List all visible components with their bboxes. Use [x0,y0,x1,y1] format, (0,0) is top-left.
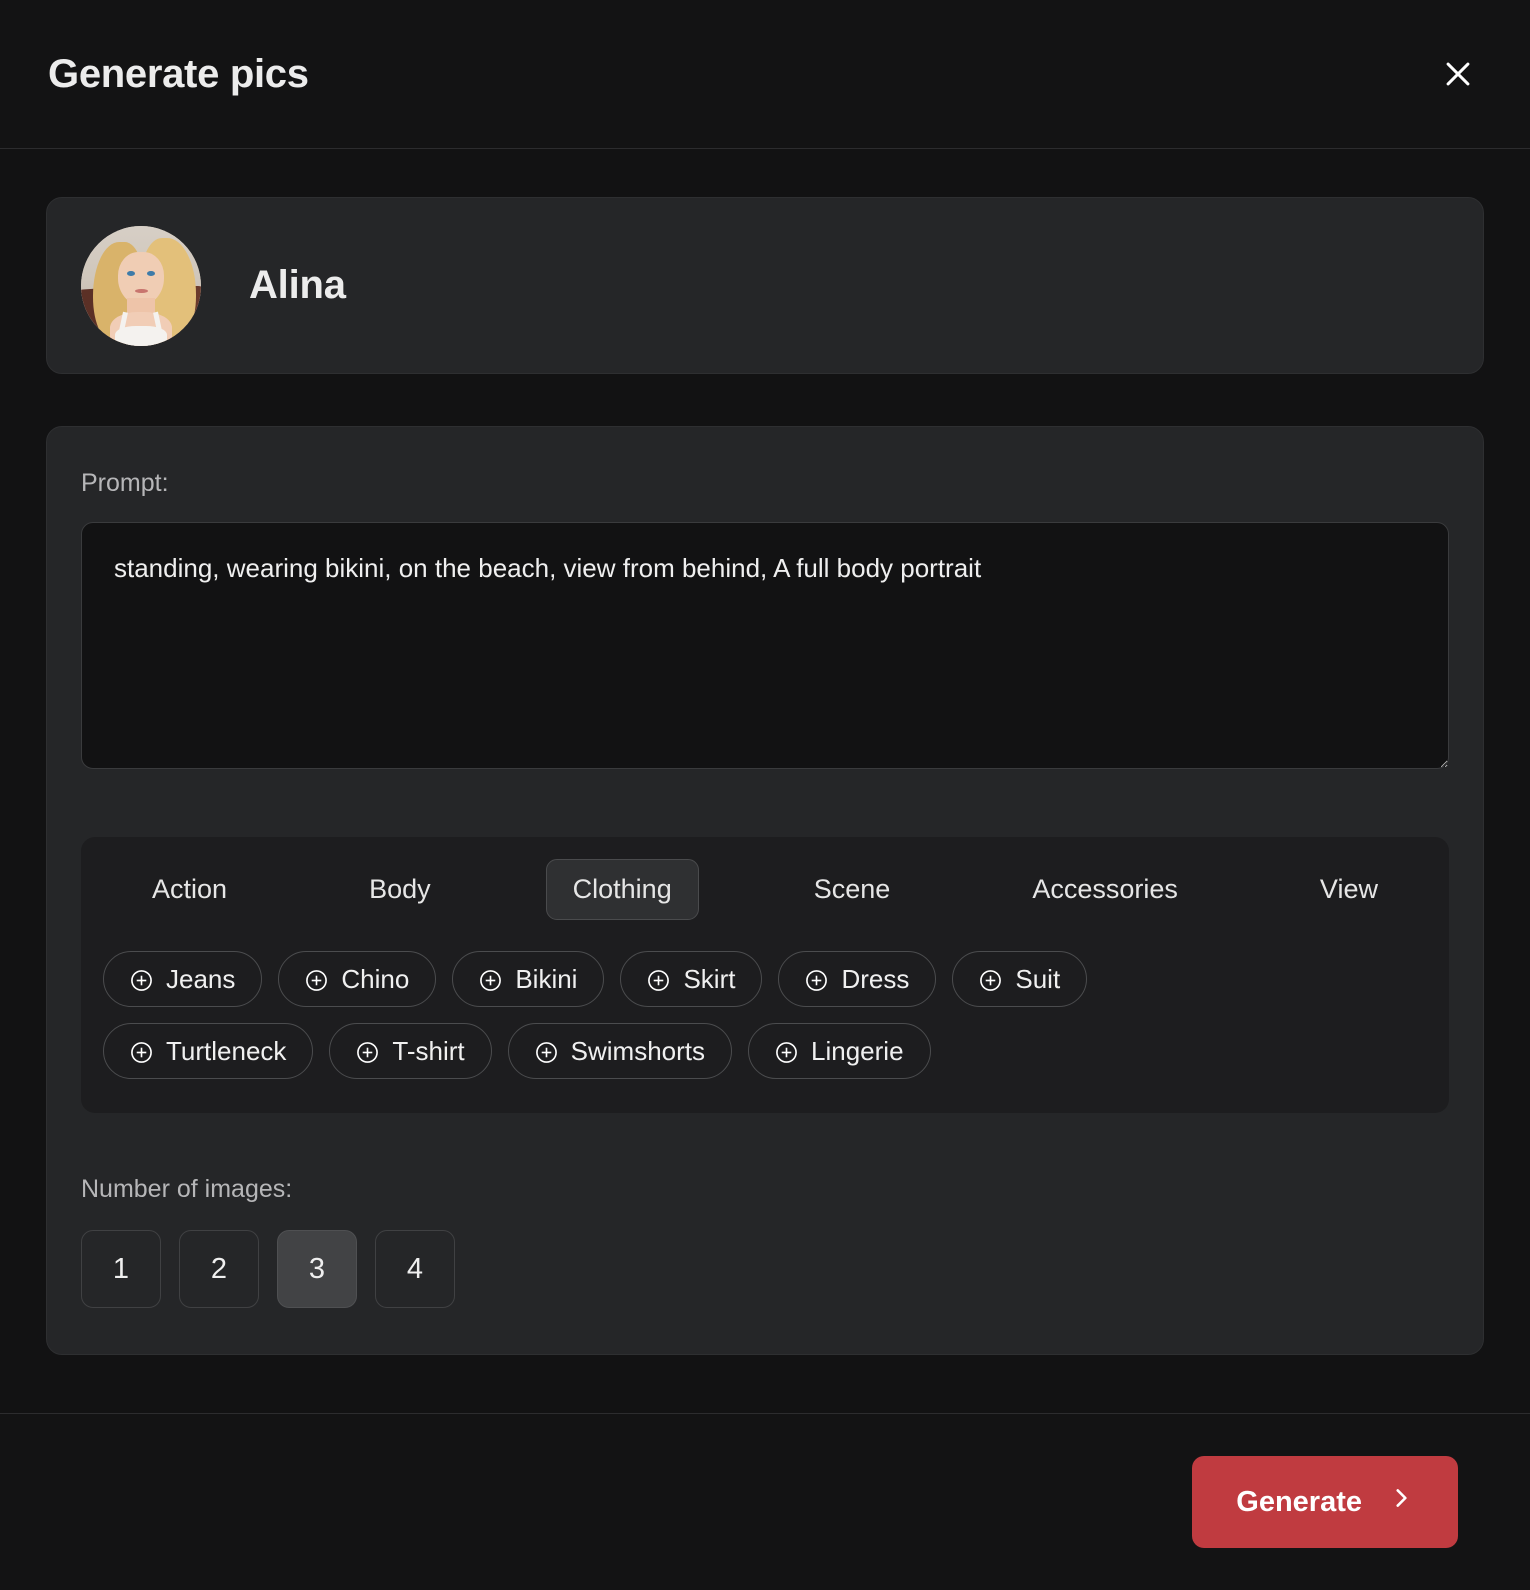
tag-chip-label: Skirt [683,963,736,994]
generate-button-label: Generate [1236,1485,1362,1518]
category-tabs: Action Body Clothing Scene Accessories V… [81,837,1449,941]
plus-circle-icon [356,1040,379,1063]
tag-chip-suit[interactable]: Suit [952,951,1088,1007]
tab-scene[interactable]: Scene [787,859,918,920]
tab-clothing[interactable]: Clothing [545,858,699,920]
tag-chip-label: T-shirt [392,1035,465,1066]
tag-chip-label: Turtleneck [166,1035,287,1066]
profile-name: Alina [249,263,346,307]
tag-chip-label: Suit [1015,963,1061,994]
plus-circle-icon [130,968,153,991]
tag-chip-lingerie[interactable]: Lingerie [748,1023,931,1079]
tag-chip-bikini[interactable]: Bikini [452,951,605,1007]
image-count-option-1[interactable]: 1 [81,1230,161,1308]
tag-chip-turtleneck[interactable]: Turtleneck [103,1023,314,1079]
avatar [81,225,201,346]
prompt-label: Prompt: [81,469,169,497]
image-count-option-4[interactable]: 4 [375,1230,455,1308]
category-tabs-shell: Action Body Clothing Scene Accessories V… [81,837,1449,941]
plus-circle-icon [979,968,1002,991]
plus-circle-icon [130,1040,153,1063]
prompt-input[interactable] [81,522,1449,769]
tag-chip-swimshorts[interactable]: Swimshorts [507,1023,733,1079]
page-title: Generate pics [48,51,309,96]
tag-chip-label: Chino [341,963,410,994]
modal-footer: Generate [0,1413,1530,1590]
tag-chip-tshirt[interactable]: T-shirt [329,1023,492,1079]
modal-header: Generate pics [0,0,1530,149]
tag-chips-panel: Jeans Chino Bikini Skirt Dress Suit Turt… [81,941,1449,1113]
modal-body: Alina Prompt: Action Body Clothing Scene… [0,149,1530,1413]
tag-chip-row: Jeans Chino Bikini Skirt Dress Suit [103,951,1427,1007]
image-count-option-3[interactable]: 3 [277,1230,357,1308]
tab-accessories[interactable]: Accessories [1005,859,1205,920]
tag-chip-jeans[interactable]: Jeans [103,951,263,1007]
plus-circle-icon [647,968,670,991]
close-button[interactable] [1430,46,1486,102]
profile-card[interactable]: Alina [46,197,1484,374]
tag-chip-chino[interactable]: Chino [278,951,437,1007]
tag-chip-dress[interactable]: Dress [778,951,937,1007]
tab-view[interactable]: View [1293,859,1405,920]
image-count-options: 1 2 3 4 [81,1230,1449,1308]
tag-chip-label: Lingerie [811,1035,904,1066]
generate-button[interactable]: Generate [1192,1456,1458,1548]
image-count-option-2[interactable]: 2 [179,1230,259,1308]
tag-chip-label: Swimshorts [570,1035,706,1066]
tag-chip-label: Jeans [166,963,236,994]
close-icon [1441,57,1475,91]
generate-pics-modal: Generate pics Alina Prompt: standing, we… [0,0,1530,1590]
image-count-label: Number of images: [81,1175,293,1203]
tag-chip-skirt[interactable]: Skirt [620,951,763,1007]
tab-body[interactable]: Body [342,859,458,920]
plus-circle-icon [805,968,828,991]
tag-chip-label: Bikini [515,963,578,994]
plus-circle-icon [535,1040,558,1063]
tag-chip-row: Turtleneck T-shirt Swimshorts Lingerie [103,1023,1427,1079]
tab-action[interactable]: Action [125,859,254,920]
plus-circle-icon [305,968,328,991]
plus-circle-icon [775,1040,798,1063]
settings-card: Prompt: Action Body Clothing Scene Acces… [46,426,1484,1355]
chevron-right-icon [1388,1485,1414,1519]
plus-circle-icon [479,968,502,991]
tag-chip-label: Dress [841,963,910,994]
